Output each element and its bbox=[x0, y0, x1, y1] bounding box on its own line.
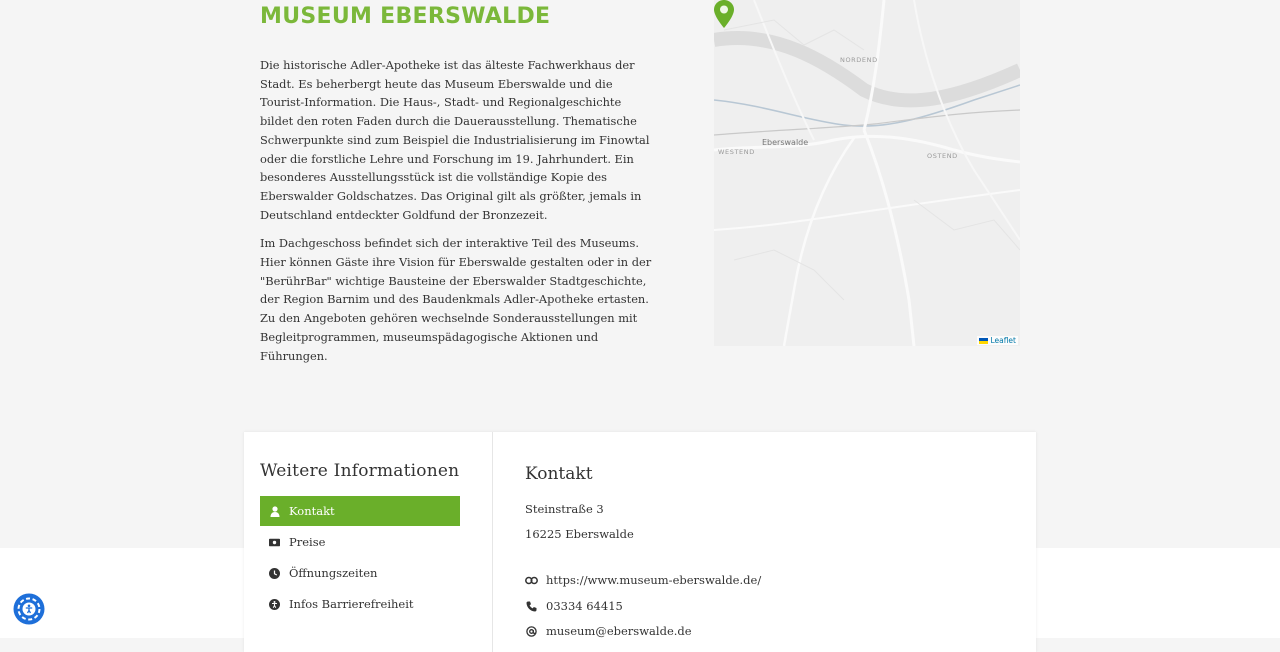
info-nav: Kontakt Preise Öffnungszeiten Infos Barr… bbox=[260, 496, 460, 620]
map-attribution[interactable]: Leaflet bbox=[977, 336, 1018, 345]
contact-email-link[interactable]: museum@eberswalde.de bbox=[546, 624, 692, 638]
map-label-ostend: OSTEND bbox=[927, 152, 958, 160]
contact-phone-link[interactable]: 03334 64415 bbox=[546, 599, 623, 613]
nav-item-kontakt[interactable]: Kontakt bbox=[260, 496, 460, 526]
accessibility-button[interactable] bbox=[13, 593, 45, 625]
clock-icon bbox=[269, 567, 280, 579]
accessibility-icon bbox=[269, 598, 280, 610]
description-paragraph: Im Dachgeschoss befindet sich der intera… bbox=[260, 236, 652, 363]
nav-item-oeffnungszeiten[interactable]: Öffnungszeiten bbox=[260, 558, 460, 588]
contact-street: Steinstraße 3 bbox=[525, 502, 604, 516]
contact-city: 16225 Eberswalde bbox=[525, 527, 634, 541]
money-icon bbox=[269, 537, 280, 548]
nav-item-label: Kontakt bbox=[289, 504, 335, 518]
phone-icon bbox=[525, 600, 538, 613]
accessibility-badge-icon bbox=[13, 593, 45, 625]
page-title: MUSEUM EBERSWALDE bbox=[260, 4, 551, 29]
contact-website-link[interactable]: https://www.museum-eberswalde.de/ bbox=[546, 573, 761, 587]
map-label-city: Eberswalde bbox=[762, 138, 809, 147]
map-tiles bbox=[714, 0, 1020, 346]
nav-item-label: Preise bbox=[289, 535, 326, 549]
map-label-nordend: NORDEND bbox=[840, 56, 878, 64]
person-icon bbox=[269, 505, 280, 517]
info-heading: Weitere Informationen bbox=[260, 461, 460, 481]
description: Die historische Adler-Apotheke ist das ä… bbox=[260, 56, 652, 375]
description-paragraph: Die historische Adler-Apotheke ist das ä… bbox=[260, 58, 650, 222]
ukraine-flag-icon bbox=[979, 337, 989, 344]
info-sidebar: Weitere Informationen Kontakt Preise Öff… bbox=[244, 432, 493, 652]
map-label-westend: WESTEND bbox=[718, 148, 755, 156]
map-marker-icon[interactable] bbox=[714, 0, 734, 28]
map[interactable]: NORDEND WESTEND Eberswalde OSTEND Leafle… bbox=[714, 0, 1020, 346]
nav-item-preise[interactable]: Preise bbox=[260, 527, 460, 557]
nav-item-barrierefreiheit[interactable]: Infos Barrierefreiheit bbox=[260, 589, 460, 619]
nav-item-label: Öffnungszeiten bbox=[289, 566, 378, 580]
contact-website-row: https://www.museum-eberswalde.de/ bbox=[525, 573, 761, 587]
at-icon bbox=[525, 625, 538, 638]
nav-item-label: Infos Barrierefreiheit bbox=[289, 597, 414, 611]
info-card: Weitere Informationen Kontakt Preise Öff… bbox=[244, 432, 1036, 652]
contact-email-row: museum@eberswalde.de bbox=[525, 624, 692, 638]
link-icon bbox=[525, 574, 538, 587]
attribution-link[interactable]: Leaflet bbox=[990, 336, 1016, 345]
contact-phone-row: 03334 64415 bbox=[525, 599, 623, 613]
contact-heading: Kontakt bbox=[525, 464, 593, 484]
